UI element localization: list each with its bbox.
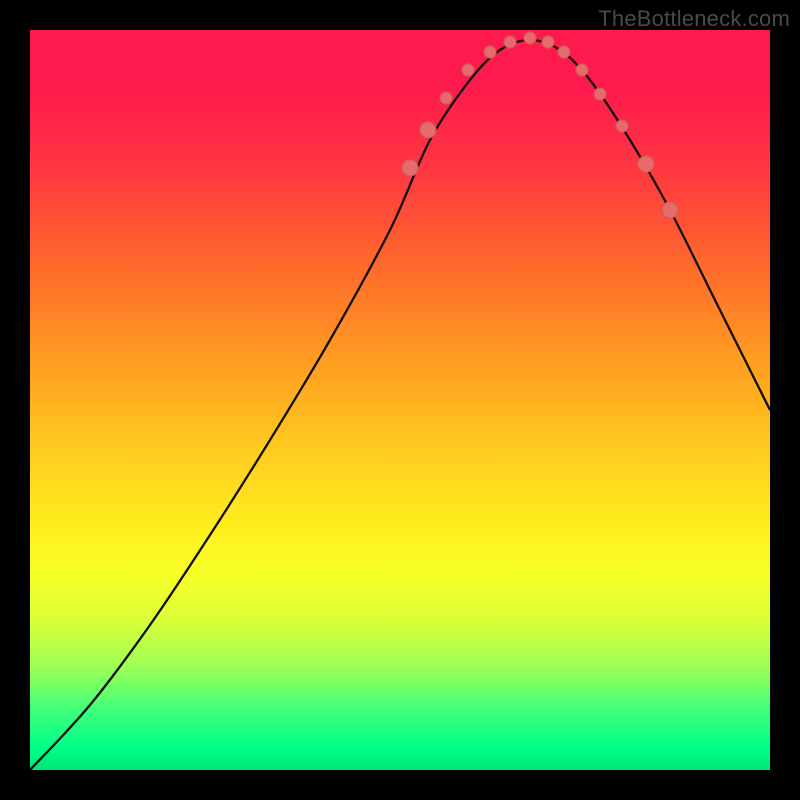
plot-area bbox=[30, 30, 770, 770]
highlight-dot bbox=[462, 64, 474, 76]
highlight-dot bbox=[504, 36, 516, 48]
bottleneck-curve bbox=[30, 40, 770, 770]
highlight-dot bbox=[402, 160, 418, 176]
highlight-dot bbox=[542, 36, 554, 48]
highlight-dot bbox=[558, 46, 570, 58]
highlight-dots-group bbox=[402, 32, 678, 218]
highlight-dot bbox=[638, 156, 654, 172]
highlight-dot bbox=[524, 32, 536, 44]
curve-svg bbox=[30, 30, 770, 770]
highlight-dot bbox=[662, 202, 678, 218]
watermark-text: TheBottleneck.com bbox=[598, 6, 790, 32]
highlight-dot bbox=[594, 88, 606, 100]
chart-frame: TheBottleneck.com bbox=[0, 0, 800, 800]
highlight-dot bbox=[420, 122, 436, 138]
highlight-dot bbox=[440, 92, 452, 104]
highlight-dot bbox=[616, 120, 628, 132]
highlight-dot bbox=[576, 64, 588, 76]
highlight-dot bbox=[484, 46, 496, 58]
